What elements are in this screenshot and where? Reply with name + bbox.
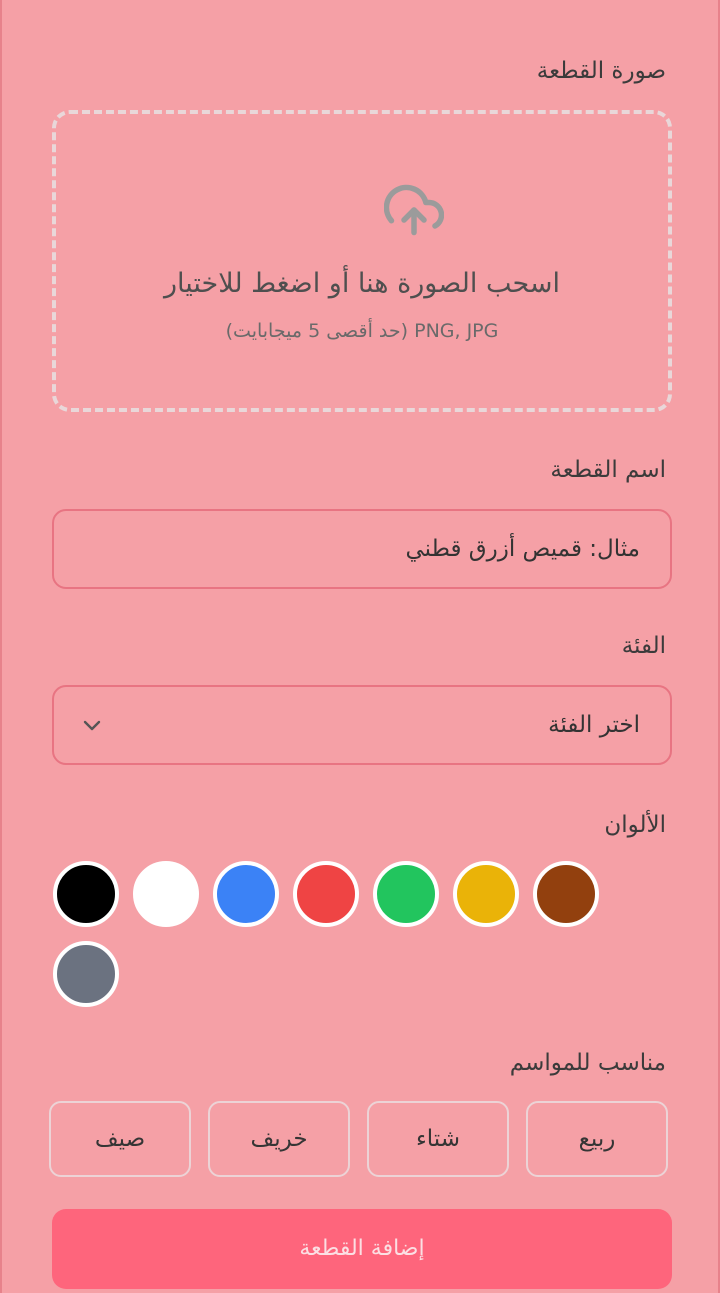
color-swatch-gray[interactable]: [53, 941, 119, 1007]
category-label: الفئة: [621, 633, 666, 659]
season-spring-button[interactable]: ربيع: [526, 1101, 668, 1177]
season-winter-button[interactable]: شتاء: [367, 1101, 509, 1177]
season-summer-button[interactable]: صيف: [49, 1101, 191, 1177]
color-swatch-white[interactable]: [133, 861, 199, 927]
image-label: صورة القطعة: [536, 58, 666, 84]
name-input-placeholder: مثال: قميص أزرق قطني: [405, 536, 641, 562]
season-autumn-button[interactable]: خريف: [208, 1101, 350, 1177]
cloud-upload-icon: [384, 184, 444, 236]
category-selected-value: اختر الفئة: [548, 712, 640, 738]
color-swatch-brown[interactable]: [533, 861, 599, 927]
name-input[interactable]: مثال: قميص أزرق قطني: [52, 509, 672, 589]
chevron-down-icon: [83, 720, 101, 731]
color-swatch-black[interactable]: [53, 861, 119, 927]
colors-label: الألوان: [604, 812, 666, 838]
category-select[interactable]: اختر الفئة: [52, 685, 672, 765]
color-swatch-red[interactable]: [293, 861, 359, 927]
color-swatch-green[interactable]: [373, 861, 439, 927]
add-item-form: صورة القطعة اسحب الصورة هنا أو اضغط للاخ…: [0, 0, 720, 1293]
dropzone-subtitle: PNG, JPG (حد أقصى 5 ميجابايت): [225, 320, 499, 342]
add-item-button[interactable]: إضافة القطعة: [52, 1209, 672, 1289]
image-dropzone[interactable]: اسحب الصورة هنا أو اضغط للاختيار PNG, JP…: [52, 110, 672, 412]
color-swatch-blue[interactable]: [213, 861, 279, 927]
seasons-label: مناسب للمواسم: [509, 1050, 666, 1076]
name-label: اسم القطعة: [550, 457, 666, 483]
dropzone-title: اسحب الصورة هنا أو اضغط للاختيار: [163, 268, 561, 299]
color-swatch-yellow[interactable]: [453, 861, 519, 927]
